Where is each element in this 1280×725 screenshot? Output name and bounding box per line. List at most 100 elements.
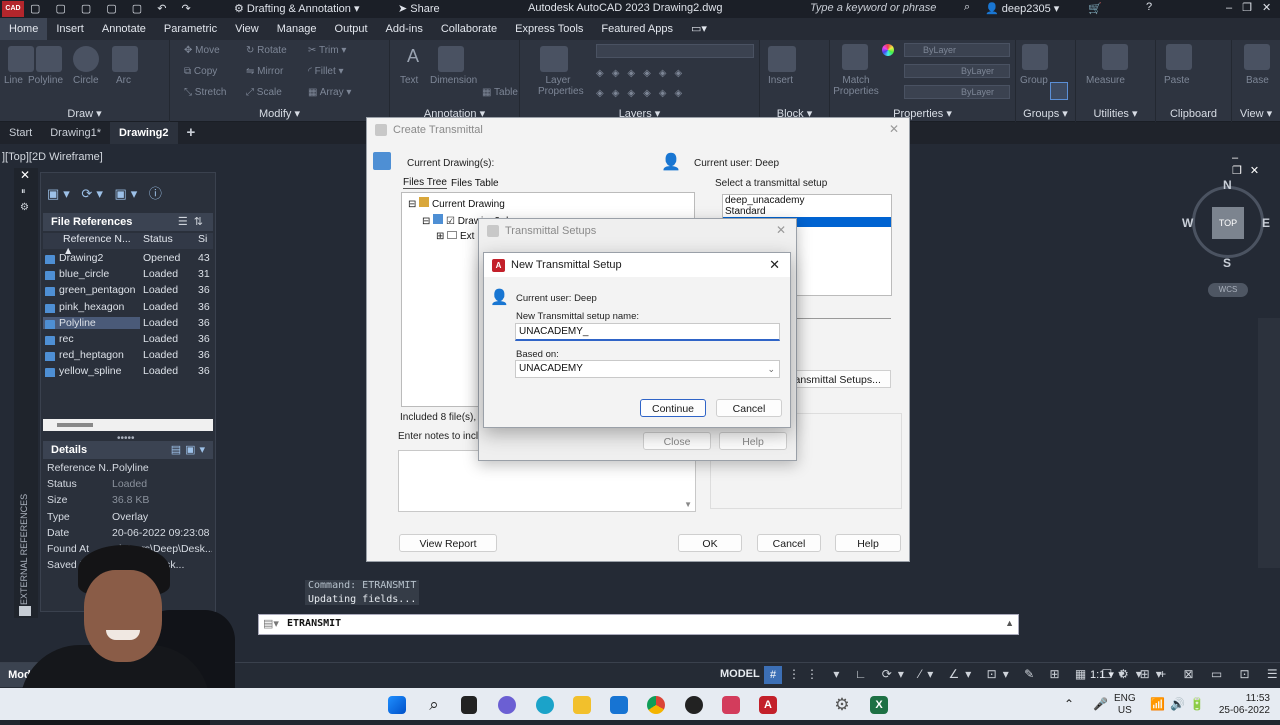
xref-name[interactable]: pink_hexagon bbox=[43, 301, 140, 313]
help-icon[interactable]: ? bbox=[1146, 1, 1152, 13]
scale-tool[interactable]: ⤢ Scale bbox=[246, 87, 282, 98]
xref-row[interactable]: yellow_spline Loaded 36 bbox=[43, 363, 213, 379]
tab-view[interactable]: View bbox=[226, 18, 268, 40]
cancel-button[interactable]: Cancel bbox=[757, 534, 821, 552]
table-tool[interactable]: ▦ Table bbox=[482, 87, 518, 98]
tab-express-tools[interactable]: Express Tools bbox=[506, 18, 592, 40]
model-space-button[interactable]: MODEL bbox=[720, 668, 760, 680]
xref-name[interactable]: Polyline bbox=[43, 316, 140, 329]
array-tool[interactable]: ▦ Array ▾ bbox=[308, 87, 351, 98]
rotate-tool[interactable]: ↻ Rotate bbox=[246, 45, 287, 56]
obs-icon[interactable] bbox=[685, 696, 703, 714]
list-view-icon[interactable]: ☰⇅ bbox=[178, 213, 209, 231]
share-button[interactable]: ➤ Share bbox=[398, 2, 440, 15]
tree-root[interactable]: ⊟ Current Drawing bbox=[408, 197, 505, 210]
xref-name[interactable]: blue_circle bbox=[43, 268, 140, 281]
help-button[interactable]: Help bbox=[719, 432, 787, 450]
match-properties-icon[interactable] bbox=[842, 44, 868, 70]
xref-row[interactable]: Drawing2 Opened 43 bbox=[43, 250, 213, 266]
group-icon[interactable] bbox=[1022, 44, 1048, 70]
line-icon[interactable] bbox=[8, 46, 34, 72]
quick-access-icons[interactable]: ▢ ▢ ▢ ▢ ▢ ↶ ↷ bbox=[30, 2, 197, 15]
mail-icon[interactable] bbox=[610, 696, 628, 714]
annotation-scale[interactable]: 1:1 ▾ bbox=[1090, 668, 1114, 681]
settings-icon[interactable]: ⚙ bbox=[833, 696, 851, 714]
dimension-icon[interactable] bbox=[438, 46, 464, 72]
text-tool[interactable]: Text bbox=[400, 75, 418, 86]
tab-insert[interactable]: Insert bbox=[47, 18, 93, 40]
fillet-tool[interactable]: ◜ Fillet ▾ bbox=[308, 66, 344, 77]
circle-icon[interactable] bbox=[73, 46, 99, 72]
navigation-bar[interactable] bbox=[1258, 318, 1280, 568]
viewport-window-controls[interactable]: –❐✕ bbox=[1232, 152, 1280, 177]
insert-tool[interactable]: Insert bbox=[768, 75, 793, 86]
base-tool[interactable]: Base bbox=[1246, 75, 1269, 86]
xref-name[interactable]: Drawing2 bbox=[43, 252, 140, 265]
xref-name[interactable]: green_pentagon bbox=[43, 284, 140, 297]
match-properties-tool[interactable]: Match Properties bbox=[832, 75, 880, 97]
lineweight-dropdown[interactable]: ByLayer bbox=[904, 85, 1010, 99]
compass-west[interactable]: W bbox=[1182, 216, 1193, 230]
polyline-tool[interactable]: Polyline bbox=[28, 75, 63, 86]
linetype-dropdown[interactable]: ByLayer bbox=[904, 64, 1010, 78]
xref-row[interactable]: green_pentagon Loaded 36 bbox=[43, 282, 213, 298]
line-tool[interactable]: Line bbox=[4, 75, 23, 86]
color-dropdown[interactable]: ByLayer bbox=[904, 43, 1010, 57]
close-icon[interactable]: ✕ bbox=[889, 122, 899, 136]
compass-east[interactable]: E bbox=[1262, 216, 1270, 230]
windows-start-icon[interactable] bbox=[388, 696, 406, 714]
ribbon-toggle-icon[interactable]: ▭▾ bbox=[682, 18, 716, 40]
trim-tool[interactable]: ✂ Trim ▾ bbox=[308, 45, 346, 56]
language-indicator[interactable]: ENG US bbox=[1114, 693, 1136, 717]
xref-name[interactable]: rec bbox=[43, 333, 140, 346]
xref-scrollbar[interactable] bbox=[43, 419, 213, 431]
color-wheel-icon[interactable] bbox=[882, 44, 894, 56]
text-icon[interactable]: A bbox=[400, 46, 426, 72]
paste-tool[interactable]: Paste bbox=[1164, 75, 1190, 86]
polyline-icon[interactable] bbox=[36, 46, 62, 72]
close-icon[interactable]: ✕ bbox=[20, 168, 30, 182]
paste-icon[interactable] bbox=[1166, 44, 1192, 70]
command-line[interactable]: ▤▾ ETRANSMIT ▲ bbox=[258, 614, 1019, 635]
command-prompt-icon[interactable]: ▤▾ bbox=[263, 617, 279, 630]
wcs-menu[interactable]: WCS bbox=[1208, 283, 1248, 297]
tab-annotate[interactable]: Annotate bbox=[93, 18, 155, 40]
ribbon-group-title[interactable]: Draw ▾ bbox=[0, 107, 169, 120]
status-right-icons[interactable]: ⚙▾ + ⊠ ▭ ⊡ ☰ bbox=[1118, 667, 1280, 681]
setup-item[interactable]: deep_unacademy bbox=[723, 195, 891, 206]
transmittal-setups-button[interactable]: ransmittal Setups... bbox=[787, 370, 891, 388]
workspace-switcher[interactable]: ⚙ Drafting & Annotation ▾ bbox=[234, 2, 359, 15]
viewcube-top[interactable]: TOP bbox=[1212, 207, 1244, 239]
properties-icon[interactable]: ⚙ bbox=[20, 202, 29, 213]
dialog-titlebar[interactable]: A New Transmittal Setup ✕ bbox=[484, 253, 790, 277]
tab-featured-apps[interactable]: Featured Apps bbox=[592, 18, 682, 40]
tab-files-tree[interactable]: Files Tree bbox=[403, 177, 447, 189]
task-view-icon[interactable] bbox=[461, 696, 477, 714]
stretch-tool[interactable]: ⤡ Stretch bbox=[184, 87, 226, 98]
move-tool[interactable]: ✥ Move bbox=[184, 45, 220, 56]
continue-button[interactable]: Continue bbox=[640, 399, 706, 417]
dialog-titlebar[interactable]: Create Transmittal ✕ bbox=[367, 118, 909, 142]
scroll-down-icon[interactable]: ▼ bbox=[684, 500, 692, 509]
edge-icon[interactable] bbox=[536, 696, 554, 714]
ribbon-group-title[interactable]: View ▾ bbox=[1232, 107, 1280, 120]
xref-row[interactable]: blue_circle Loaded 31 bbox=[43, 266, 213, 282]
tab-home[interactable]: Home bbox=[0, 18, 48, 40]
tray-icons[interactable]: ⌃ 🎤 bbox=[1064, 697, 1116, 711]
xref-row[interactable]: rec Loaded 36 bbox=[43, 331, 213, 347]
cart-icon[interactable]: 🛒 bbox=[1088, 2, 1102, 15]
tab-add-ins[interactable]: Add-ins bbox=[377, 18, 432, 40]
tab-drawing1[interactable]: Drawing1* bbox=[41, 122, 110, 144]
setup-item[interactable]: Standard bbox=[723, 206, 891, 217]
search-input[interactable]: Type a keyword or phrase bbox=[810, 2, 960, 14]
help-button[interactable]: Help bbox=[835, 534, 901, 552]
details-view-icon[interactable]: ▤▣▾ bbox=[171, 441, 209, 459]
xref-name[interactable]: red_heptagon bbox=[43, 349, 140, 362]
tab-parametric[interactable]: Parametric bbox=[155, 18, 226, 40]
new-tab-button[interactable]: + bbox=[178, 122, 205, 144]
arc-icon[interactable] bbox=[112, 46, 138, 72]
tree-xrefs[interactable]: ⊞ Ext bbox=[436, 231, 474, 242]
dimension-tool[interactable]: Dimension bbox=[430, 75, 477, 86]
search-icon[interactable]: ⌕ bbox=[425, 696, 443, 714]
copy-tool[interactable]: ⧉ Copy bbox=[184, 66, 217, 77]
